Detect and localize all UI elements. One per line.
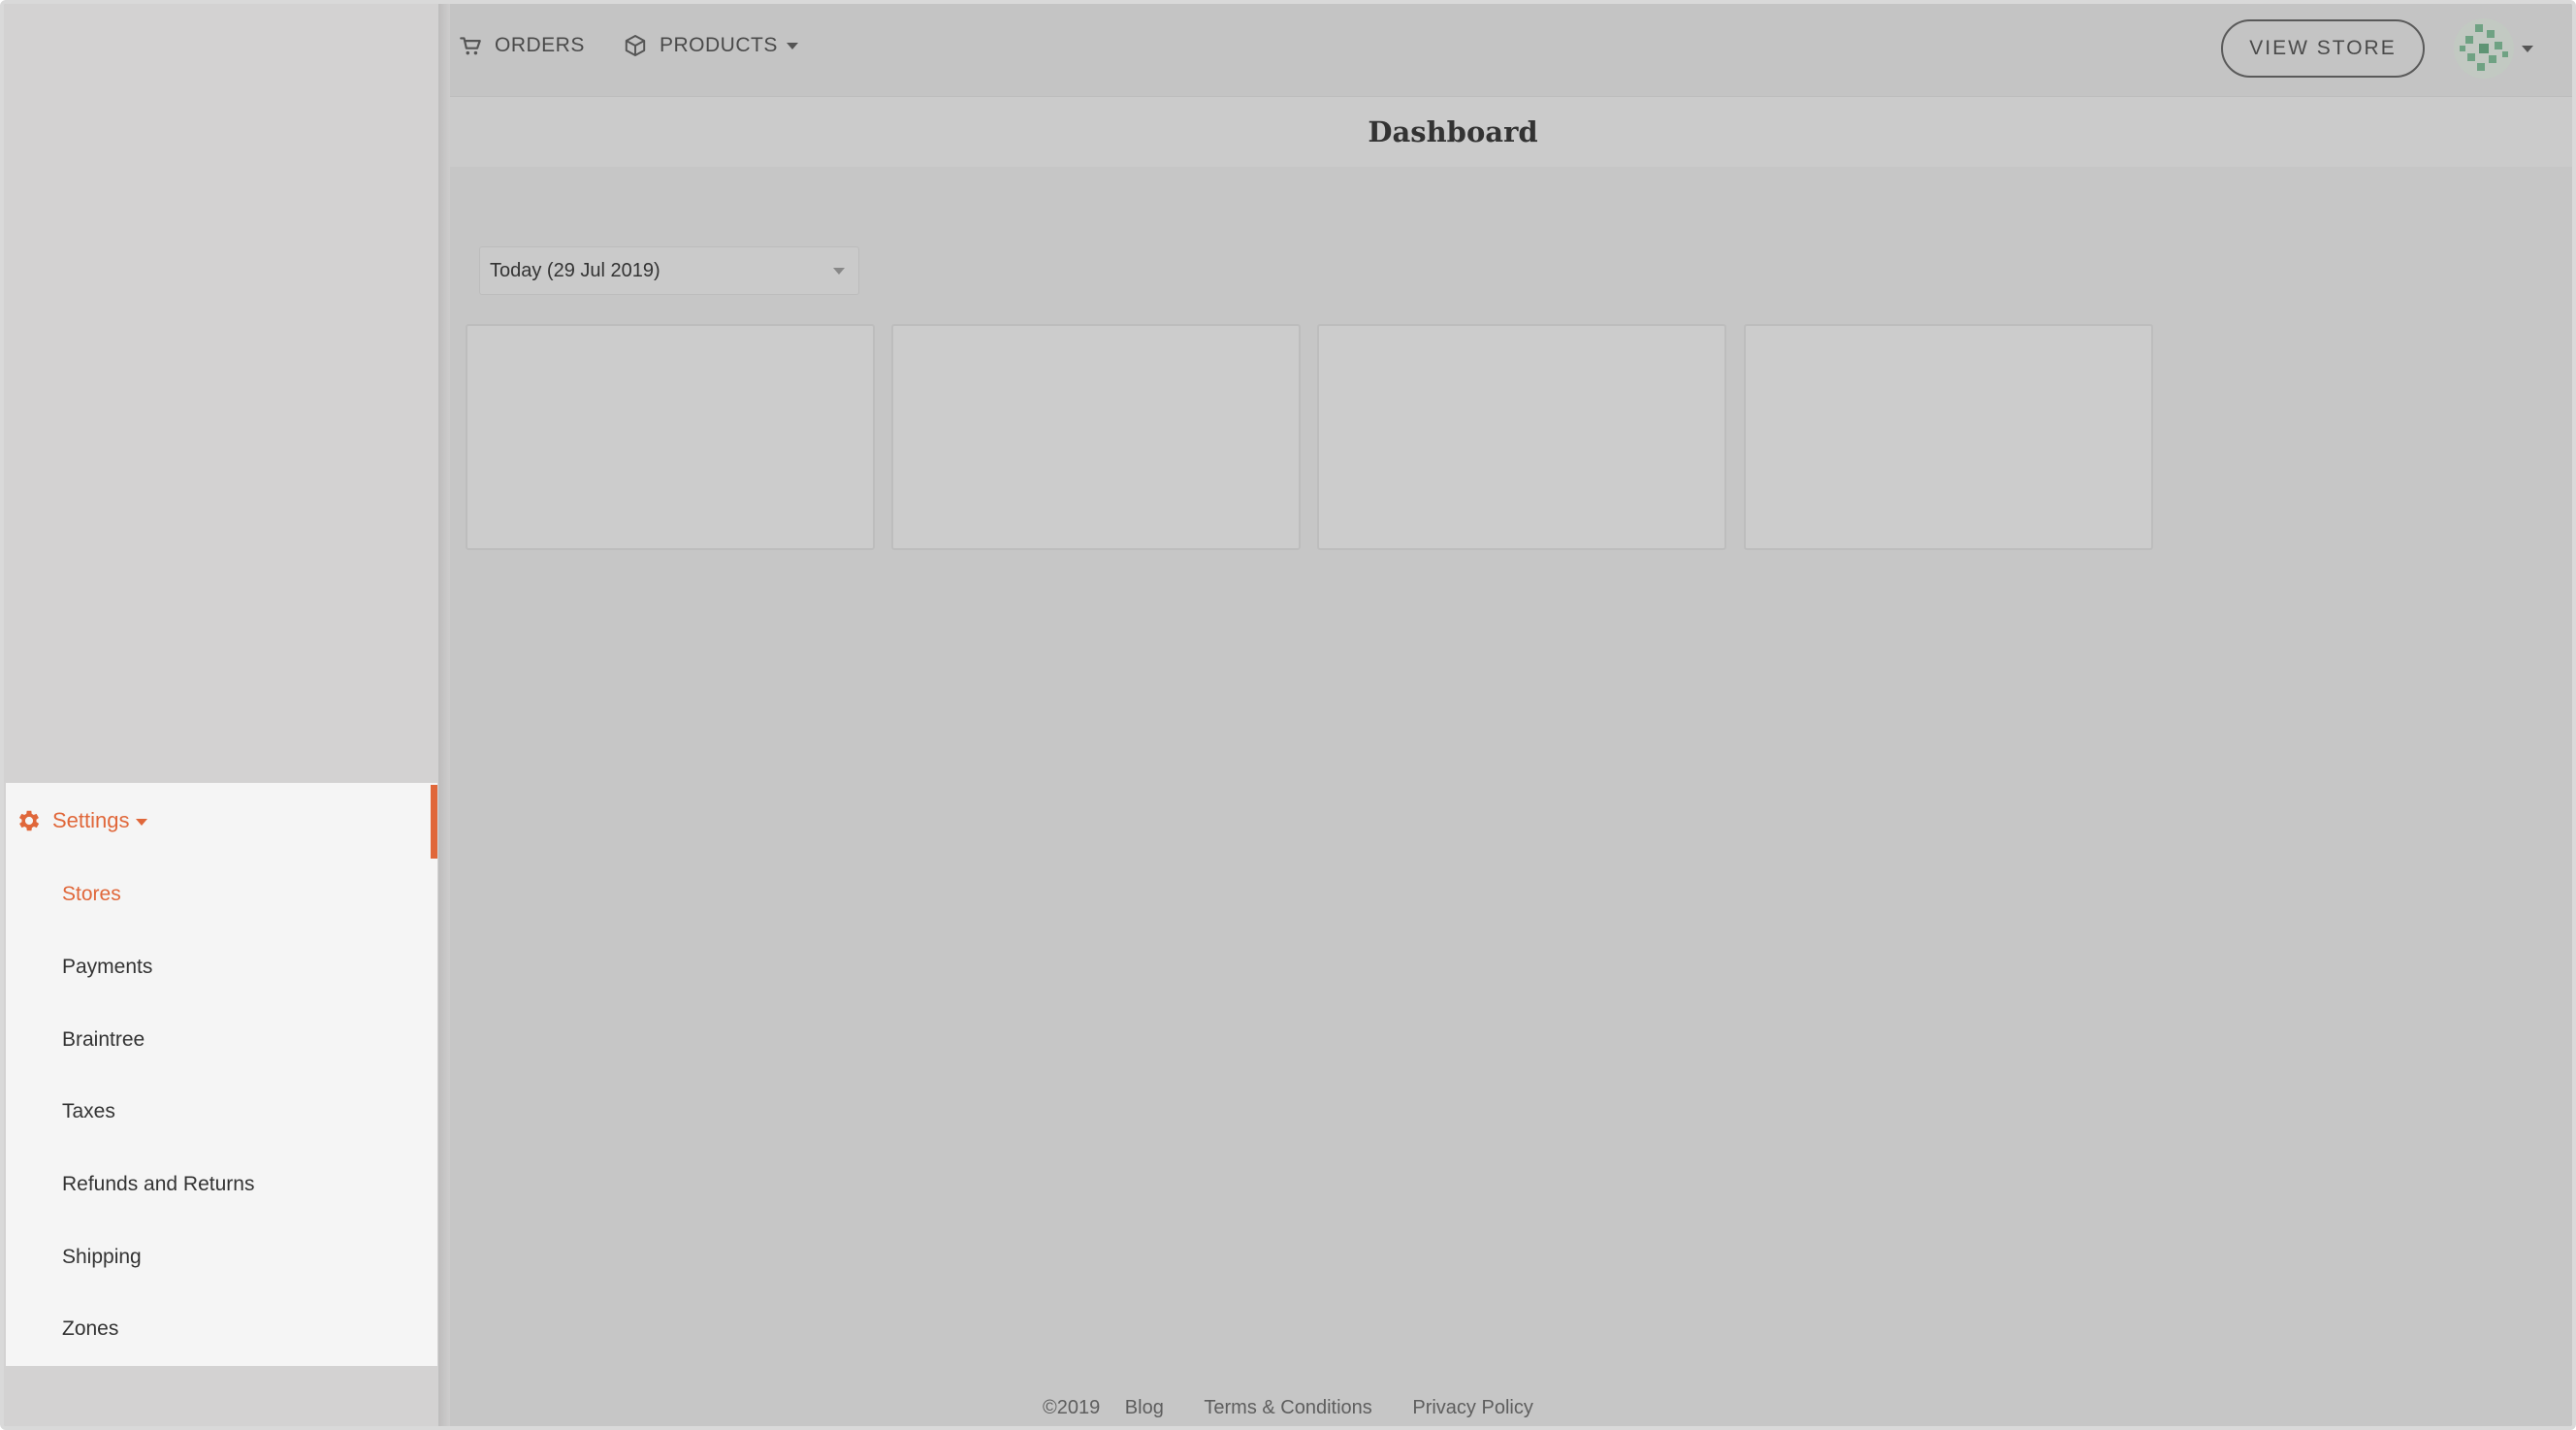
title-bar: Dashboard [450,97,2572,167]
date-range-value: Today (29 Jul 2019) [490,259,660,281]
stat-card [891,324,1301,550]
sidebar: Settings Stores Payments Braintree Taxes… [4,4,450,1426]
box-icon [625,35,646,56]
gear-icon [18,810,40,831]
avatar-pattern-icon [2454,18,2514,79]
view-store-button[interactable]: VIEW STORE [2221,19,2425,78]
avatar [2454,18,2514,79]
settings-menu: Settings Stores Payments Braintree Taxes… [6,783,437,1366]
stat-card [466,324,875,550]
nav-products-label: PRODUCTS [660,34,778,56]
sidebar-item-settings[interactable]: Settings [6,783,437,859]
sidebar-item-stores[interactable]: Stores [6,859,437,931]
sidebar-item-taxes[interactable]: Taxes [6,1076,437,1149]
footer-copyright: ©2019 [1043,1397,1101,1418]
date-range-select[interactable]: Today (29 Jul 2019) [479,246,859,295]
nav-orders-label: ORDERS [495,34,585,56]
dropdown-arrow-icon [833,268,845,275]
nav-orders[interactable]: ORDERS [458,33,585,58]
chevron-down-icon [135,818,147,826]
footer-blog-link[interactable]: Blog [1125,1397,1164,1418]
settings-label: Settings [52,808,130,832]
stat-card [1317,324,1726,550]
page-title: Dashboard [1368,115,1538,148]
cart-icon [460,37,481,55]
sidebar-item-refunds-and-returns[interactable]: Refunds and Returns [6,1149,437,1221]
chevron-down-icon [2522,45,2533,52]
chevron-down-icon [786,42,798,49]
active-indicator [431,785,437,859]
footer-terms-link[interactable]: Terms & Conditions [1204,1397,1371,1418]
user-menu[interactable] [2454,17,2535,80]
app-window: Settings Stores Payments Braintree Taxes… [0,0,2576,1430]
top-navigation: ORDERS PRODUCTS VIEW STORE [450,4,2572,97]
sidebar-item-payments[interactable]: Payments [6,931,437,1004]
sidebar-item-shipping[interactable]: Shipping [6,1220,437,1293]
settings-submenu: Stores Payments Braintree Taxes Refunds … [6,859,437,1366]
footer-privacy-link[interactable]: Privacy Policy [1412,1397,1532,1418]
stat-card [1744,324,2153,550]
nav-products[interactable]: PRODUCTS [623,33,798,58]
sidebar-item-zones[interactable]: Zones [6,1293,437,1366]
sidebar-item-braintree[interactable]: Braintree [6,1003,437,1076]
main-content: ORDERS PRODUCTS VIEW STORE Dashboard Tod… [450,4,2572,1426]
